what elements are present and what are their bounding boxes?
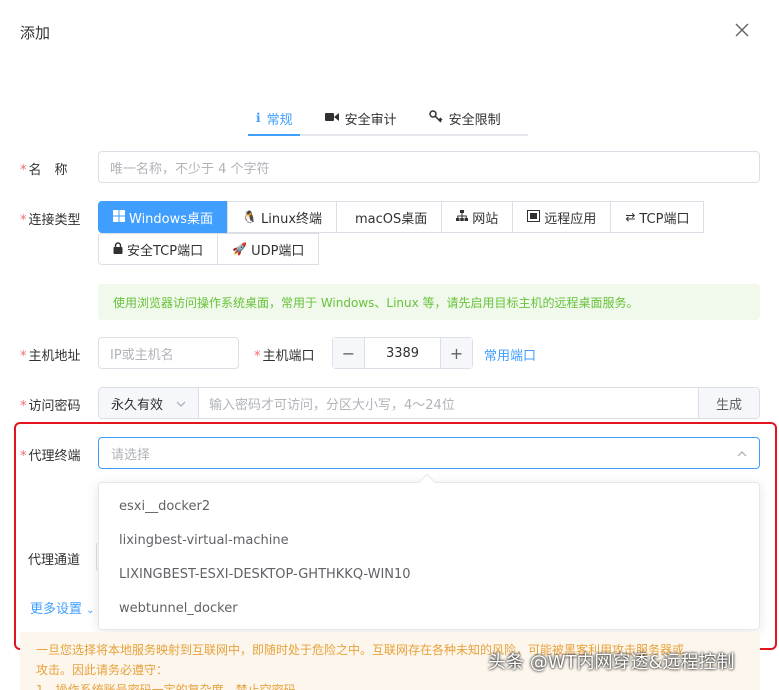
password-input[interactable]: 输入密码才可访问，分区大小写，4～24位 [199,388,698,418]
proxy-terminal-label: * 代理终端 [20,449,81,464]
lock-icon [113,241,123,257]
password-group: 永久有效 输入密码才可访问，分区大小写，4～24位 生成 [98,387,760,419]
conn-type-windows[interactable]: Windows桌面 [98,201,229,233]
watermark: 头条 @WT内网穿透&远程控制 [488,652,735,673]
host-input[interactable]: IP或主机名 [98,337,239,369]
validity-select[interactable]: 永久有效 [99,388,199,418]
conn-type-label: * 连接类型 [20,213,81,228]
close-icon [735,23,749,37]
proxy-channel-label: 代理通道 [28,553,81,568]
tab-security-audit[interactable]: 安全审计 [317,104,405,132]
generate-button[interactable]: 生成 [698,388,759,418]
password-label: * 访问密码 [20,399,81,414]
port-stepper: − 3389 + [332,337,473,369]
name-input[interactable]: 唯一名称，不少于 4 个字符 [98,151,760,183]
remote-app-icon [527,209,541,225]
dropdown-option[interactable]: esxi__docker2 [99,489,759,523]
close-button[interactable] [734,22,754,42]
conn-type-remote-app[interactable]: 远程应用 [512,201,612,233]
tab-general[interactable]: i 常规 [248,104,301,132]
info-icon: i [256,111,261,125]
name-label: * 名 称 [20,163,68,178]
tab-label: 安全审计 [344,112,397,128]
sitemap-icon [456,209,469,225]
port-value[interactable]: 3389 [365,338,440,368]
dropdown-option[interactable]: webtunnel_docker [99,591,759,625]
port-label: * 主机端口 [254,349,315,364]
proxy-terminal-dropdown: esxi__docker2 lixingbest-virtual-machine… [98,473,760,630]
tab-security-limit[interactable]: 安全限制 [421,104,509,132]
exchange-icon: ⇄ [625,210,636,224]
dropdown-option[interactable]: LIXINGBEST-ESXI-DESKTOP-GHTHKKQ-WIN10 [99,557,759,591]
conn-type-tcp[interactable]: ⇄ TCP端口 [610,201,705,233]
conn-type-row2: 安全TCP端口 🚀 UDP端口 [98,233,320,265]
info-alert: 使用浏览器访问操作系统桌面，常用于 Windows、Linux 等，请先启用目标… [98,284,760,320]
dropdown-option[interactable]: lixingbest-virtual-machine [99,523,759,557]
host-label: * 主机地址 [20,349,81,364]
tab-label: 常规 [266,112,293,128]
chevron-down-icon [176,396,186,411]
conn-type-macos[interactable]: macOS桌面 [336,201,443,233]
conn-type-udp[interactable]: 🚀 UDP端口 [217,233,320,265]
common-ports-link[interactable]: 常用端口 [484,345,536,364]
tab-active-indicator [248,134,300,136]
chevron-up-icon [737,446,747,461]
key-icon [428,109,443,127]
conn-type-website[interactable]: 网站 [441,201,514,233]
tab-bar: i 常规 安全审计 安全限制 [248,104,528,136]
dialog-title: 添加 [20,24,51,42]
chevron-down-icon: ⌄ [86,605,95,616]
tab-label: 安全限制 [448,112,501,128]
port-increment-button[interactable]: + [440,338,472,368]
conn-type-secure-tcp[interactable]: 安全TCP端口 [98,233,219,265]
proxy-terminal-select[interactable]: 请选择 [98,437,760,469]
more-settings-link[interactable]: 更多设置 ⌄ [30,598,95,617]
windows-icon [113,209,125,225]
video-camera-icon [324,111,339,125]
conn-type-row1: Windows桌面 🐧 Linux终端 macOS桌面 网站 远程应用 ⇄ TC… [98,201,705,233]
conn-type-linux[interactable]: 🐧 Linux终端 [227,201,338,233]
linux-icon: 🐧 [242,210,257,224]
port-decrement-button[interactable]: − [333,338,365,368]
rocket-icon: 🚀 [232,242,248,256]
